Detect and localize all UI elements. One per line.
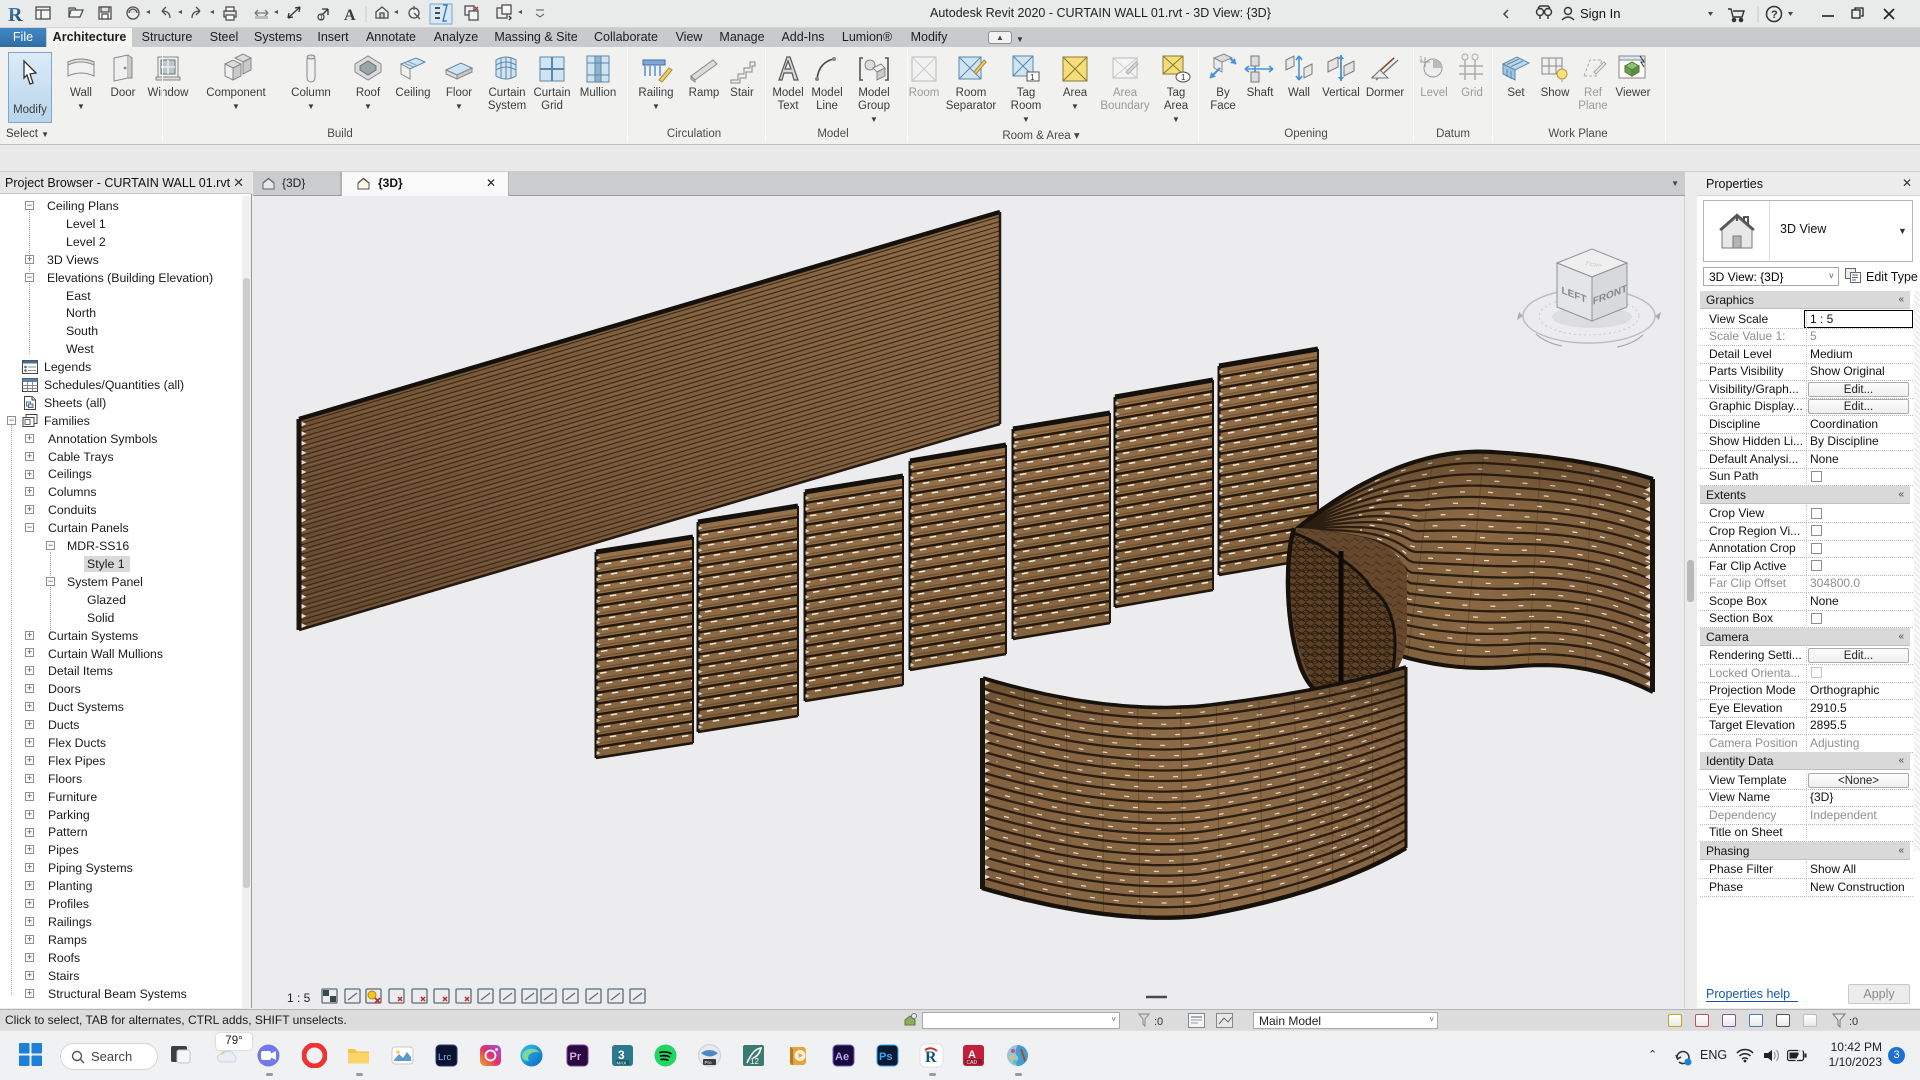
svg-text:CAD: CAD	[967, 1060, 978, 1066]
svg-text:Pro: Pro	[705, 1060, 713, 1065]
svg-text:Pr: Pr	[570, 1051, 582, 1063]
svg-text:R: R	[8, 4, 23, 25]
svg-text:MAX: MAX	[617, 1061, 627, 1066]
svg-text:1: 1	[1181, 73, 1186, 82]
svg-text:1: 1	[319, 15, 323, 22]
svg-text:A: A	[344, 7, 356, 24]
svg-text:R: R	[925, 1049, 937, 1066]
svg-text::0: :0	[1849, 1016, 1858, 1028]
svg-text:Ae: Ae	[835, 1051, 849, 1063]
svg-text:Ps: Ps	[879, 1051, 892, 1063]
svg-text:Lrc: Lrc	[438, 1052, 451, 1063]
svg-text:?: ?	[1771, 9, 1778, 21]
svg-text:Sign In: Sign In	[1580, 6, 1620, 21]
svg-text:12: 12	[750, 1057, 759, 1066]
svg-text:1: 1	[1419, 56, 1423, 63]
svg-text:1 : 5: 1 : 5	[287, 991, 311, 1005]
svg-text::0: :0	[1154, 1016, 1163, 1028]
svg-text:1: 1	[1030, 73, 1035, 82]
